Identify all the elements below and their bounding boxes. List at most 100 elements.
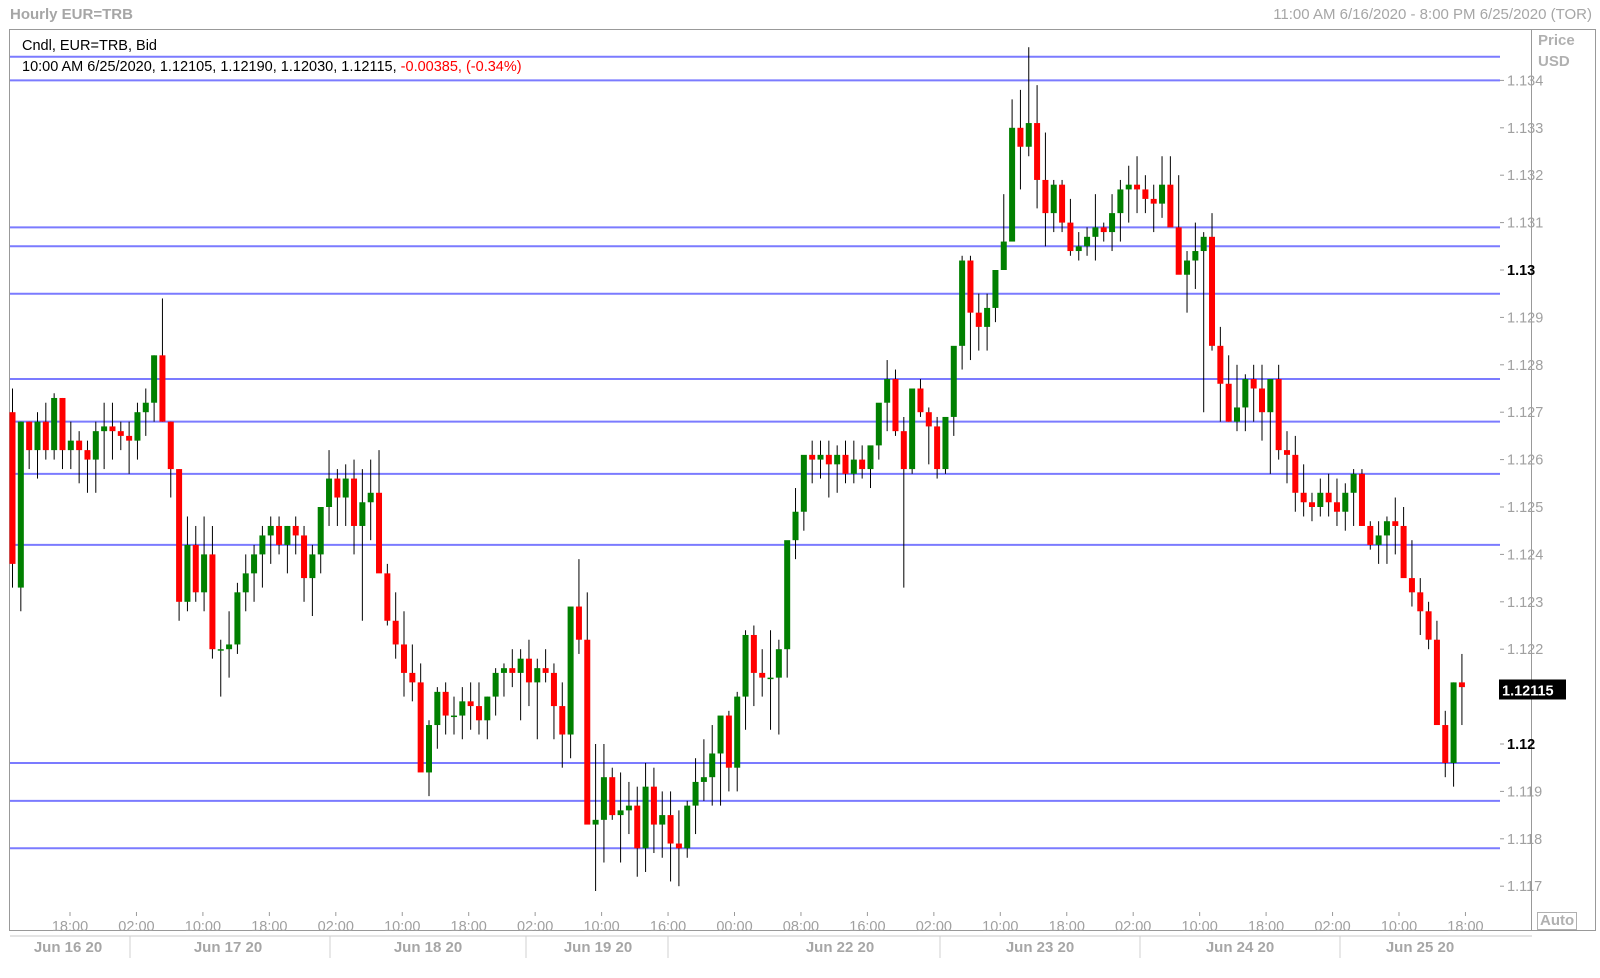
x-tick-label: 02:00 [318,919,354,935]
candle-body [850,459,857,474]
candle-body [384,573,391,621]
candle-body [925,412,932,427]
candlestick-chart[interactable]: 1.134 1.133 1.132 1.131 1.13 1.129 1.128 1.127 1… [0,0,1600,978]
candle [567,606,574,759]
candle [509,649,516,688]
candle-body [1059,184,1066,223]
candle [1375,521,1382,564]
candle-body [376,492,383,574]
candle [17,421,24,612]
candle [975,293,982,351]
y-tick-label: 1.132 [1507,168,1543,184]
candle-body [51,397,58,451]
candle [1200,232,1207,413]
candle [692,758,699,835]
candle-body [176,469,183,602]
candle-body [1458,682,1465,688]
x-axis-ticks: 18:00 02:00 10:00 18:00 02:00 10:00 18:00 02:00… [10,912,1532,958]
candle [1142,175,1149,214]
candle [492,668,499,716]
candle-body [609,777,616,816]
candle [117,421,124,451]
candle-body [17,421,24,588]
candle-body [1375,535,1382,545]
candle-body [1042,179,1049,214]
candle [959,255,966,370]
candle [301,525,308,602]
series-legend: Cndl, EUR=TRB, Bid [22,38,157,54]
candle-body [700,777,707,782]
candle-body [734,696,741,768]
candle [1042,132,1049,247]
candle-body [26,421,33,451]
candle [1134,156,1141,214]
candle-body [126,435,133,441]
candle [742,630,749,730]
candle [326,450,333,526]
candle-body [450,715,457,718]
candle [717,715,724,806]
auto-scale-button[interactable]: Auto [1537,912,1578,930]
candle [284,525,291,574]
candle-body [201,554,208,593]
candle [1342,483,1349,531]
candle-body [725,715,732,768]
candle-body [634,805,641,849]
candle [525,639,532,707]
candle-body [409,672,416,683]
candle-body [1400,525,1407,579]
candle-body [884,379,891,403]
candle [167,421,174,498]
candle [401,611,408,697]
x-tick-label: 16:00 [650,919,686,935]
candle-body [326,478,333,507]
candle [376,450,383,574]
candle [1100,222,1107,242]
x-tick-label: 02:00 [118,919,154,935]
candle [1034,85,1041,209]
ohlc-values: 10:00 AM 6/25/2020, 1.12105, 1.12190, 1.… [22,59,397,75]
candle [1225,355,1232,422]
candle [1192,222,1199,289]
candle-body [642,786,649,849]
candle-body [467,701,474,707]
candle [759,649,766,697]
candle-body [742,634,749,697]
price-axis-title-line2: USD [1538,53,1570,70]
candle-body [1067,222,1074,252]
candle-body [600,777,607,820]
candle [875,402,882,460]
candle-body [401,644,408,673]
candle-body [1025,123,1032,147]
candle-body [292,525,299,536]
y-tick-label: 1.128 [1507,358,1543,374]
y-tick-label: 1.123 [1507,595,1543,611]
candle-body [559,706,566,735]
x-tick-label: 18:00 [1049,919,1085,935]
candle [1450,682,1457,787]
candle [1300,464,1307,517]
horizontal-lines-layer [10,55,1500,850]
candle-body [650,786,657,825]
candle-body [1167,184,1174,228]
candle-body [809,454,816,460]
candle-body [1125,184,1132,190]
candle [417,663,424,773]
candle-body [1217,345,1224,384]
candle-body [359,502,366,526]
x-tick-label: 10:00 [384,919,420,935]
candle [1234,364,1241,432]
y-tick-label: 1.117 [1507,879,1542,895]
candle-body [1292,454,1299,493]
candle [650,767,657,854]
y-tick-label: 1.119 [1507,784,1542,800]
candle-body [342,478,349,498]
candle-body [967,260,974,313]
candle-body [1084,236,1091,247]
candle-body [567,606,574,735]
candle-body [1075,246,1082,252]
candle-body [1175,227,1182,275]
candle [126,421,133,474]
candle-body [992,270,999,308]
candle [201,516,208,612]
